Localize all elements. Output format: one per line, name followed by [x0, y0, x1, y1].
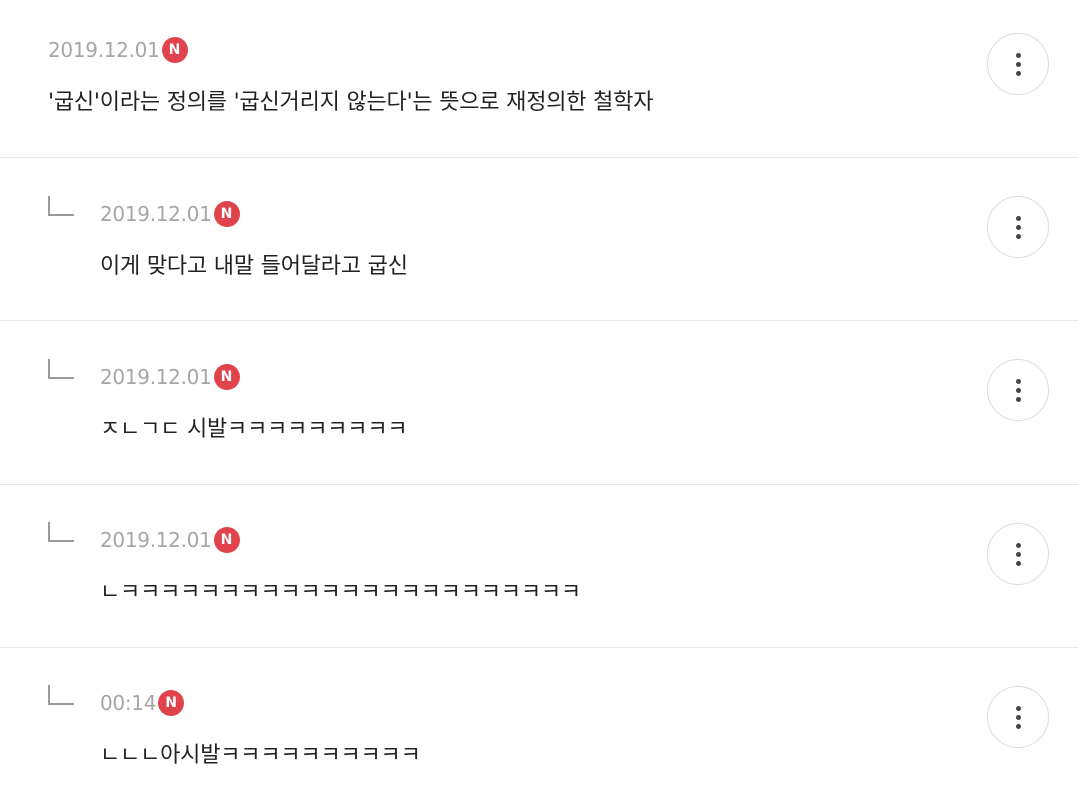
comment-meta: 2019.12.01 N: [100, 525, 240, 555]
comment-date: 2019.12.01: [48, 38, 160, 62]
comment-meta: 00:14 N: [100, 688, 185, 718]
comment-text: '굽신'이라는 정의를 '굽신거리지 않는다'는 뜻으로 재정의한 철학자: [48, 90, 654, 115]
comment-text: ㅈㄴㄱㄷ 시발ㅋㅋㅋㅋㅋㅋㅋㅋㅋ: [100, 417, 408, 442]
more-options-button[interactable]: [987, 686, 1049, 748]
reply-arrow-icon: [48, 359, 74, 379]
divider: [0, 484, 1078, 485]
more-options-button[interactable]: [987, 359, 1049, 421]
comment-text: 이게 맞다고 내말 들어달라고 굽신: [100, 254, 408, 279]
more-options-button[interactable]: [987, 196, 1049, 258]
more-options-button[interactable]: [987, 523, 1049, 585]
comment-date: 2019.12.01: [100, 528, 212, 552]
divider: [0, 647, 1078, 648]
reply-arrow-icon: [48, 196, 74, 216]
comment-date: 2019.12.01: [100, 365, 212, 389]
reply-arrow-icon: [48, 685, 74, 705]
more-options-button[interactable]: [987, 33, 1049, 95]
new-badge: N: [213, 527, 240, 553]
more-vertical-icon: [1015, 542, 1021, 566]
new-badge: N: [161, 37, 188, 63]
more-vertical-icon: [1015, 705, 1021, 729]
comment-text: ㄴㄴㄴ아시발ㅋㅋㅋㅋㅋㅋㅋㅋㅋㅋ: [100, 743, 421, 768]
more-vertical-icon: [1015, 52, 1021, 76]
more-vertical-icon: [1015, 378, 1021, 402]
reply-arrow-icon: [48, 522, 74, 542]
divider: [0, 157, 1078, 158]
new-badge: N: [213, 201, 240, 227]
divider: [0, 320, 1078, 321]
comment-meta: 2019.12.01 N: [100, 199, 240, 229]
new-badge: N: [213, 364, 240, 390]
comment-date: 2019.12.01: [100, 202, 212, 226]
comment-text: ㄴㅋㅋㅋㅋㅋㅋㅋㅋㅋㅋㅋㅋㅋㅋㅋㅋㅋㅋㅋㅋㅋㅋㅋ: [100, 580, 581, 605]
more-vertical-icon: [1015, 215, 1021, 239]
comment-meta: 2019.12.01 N: [100, 362, 240, 392]
comment-meta: 2019.12.01 N: [48, 35, 188, 65]
new-badge: N: [158, 690, 185, 716]
comment-date: 00:14: [100, 691, 157, 715]
